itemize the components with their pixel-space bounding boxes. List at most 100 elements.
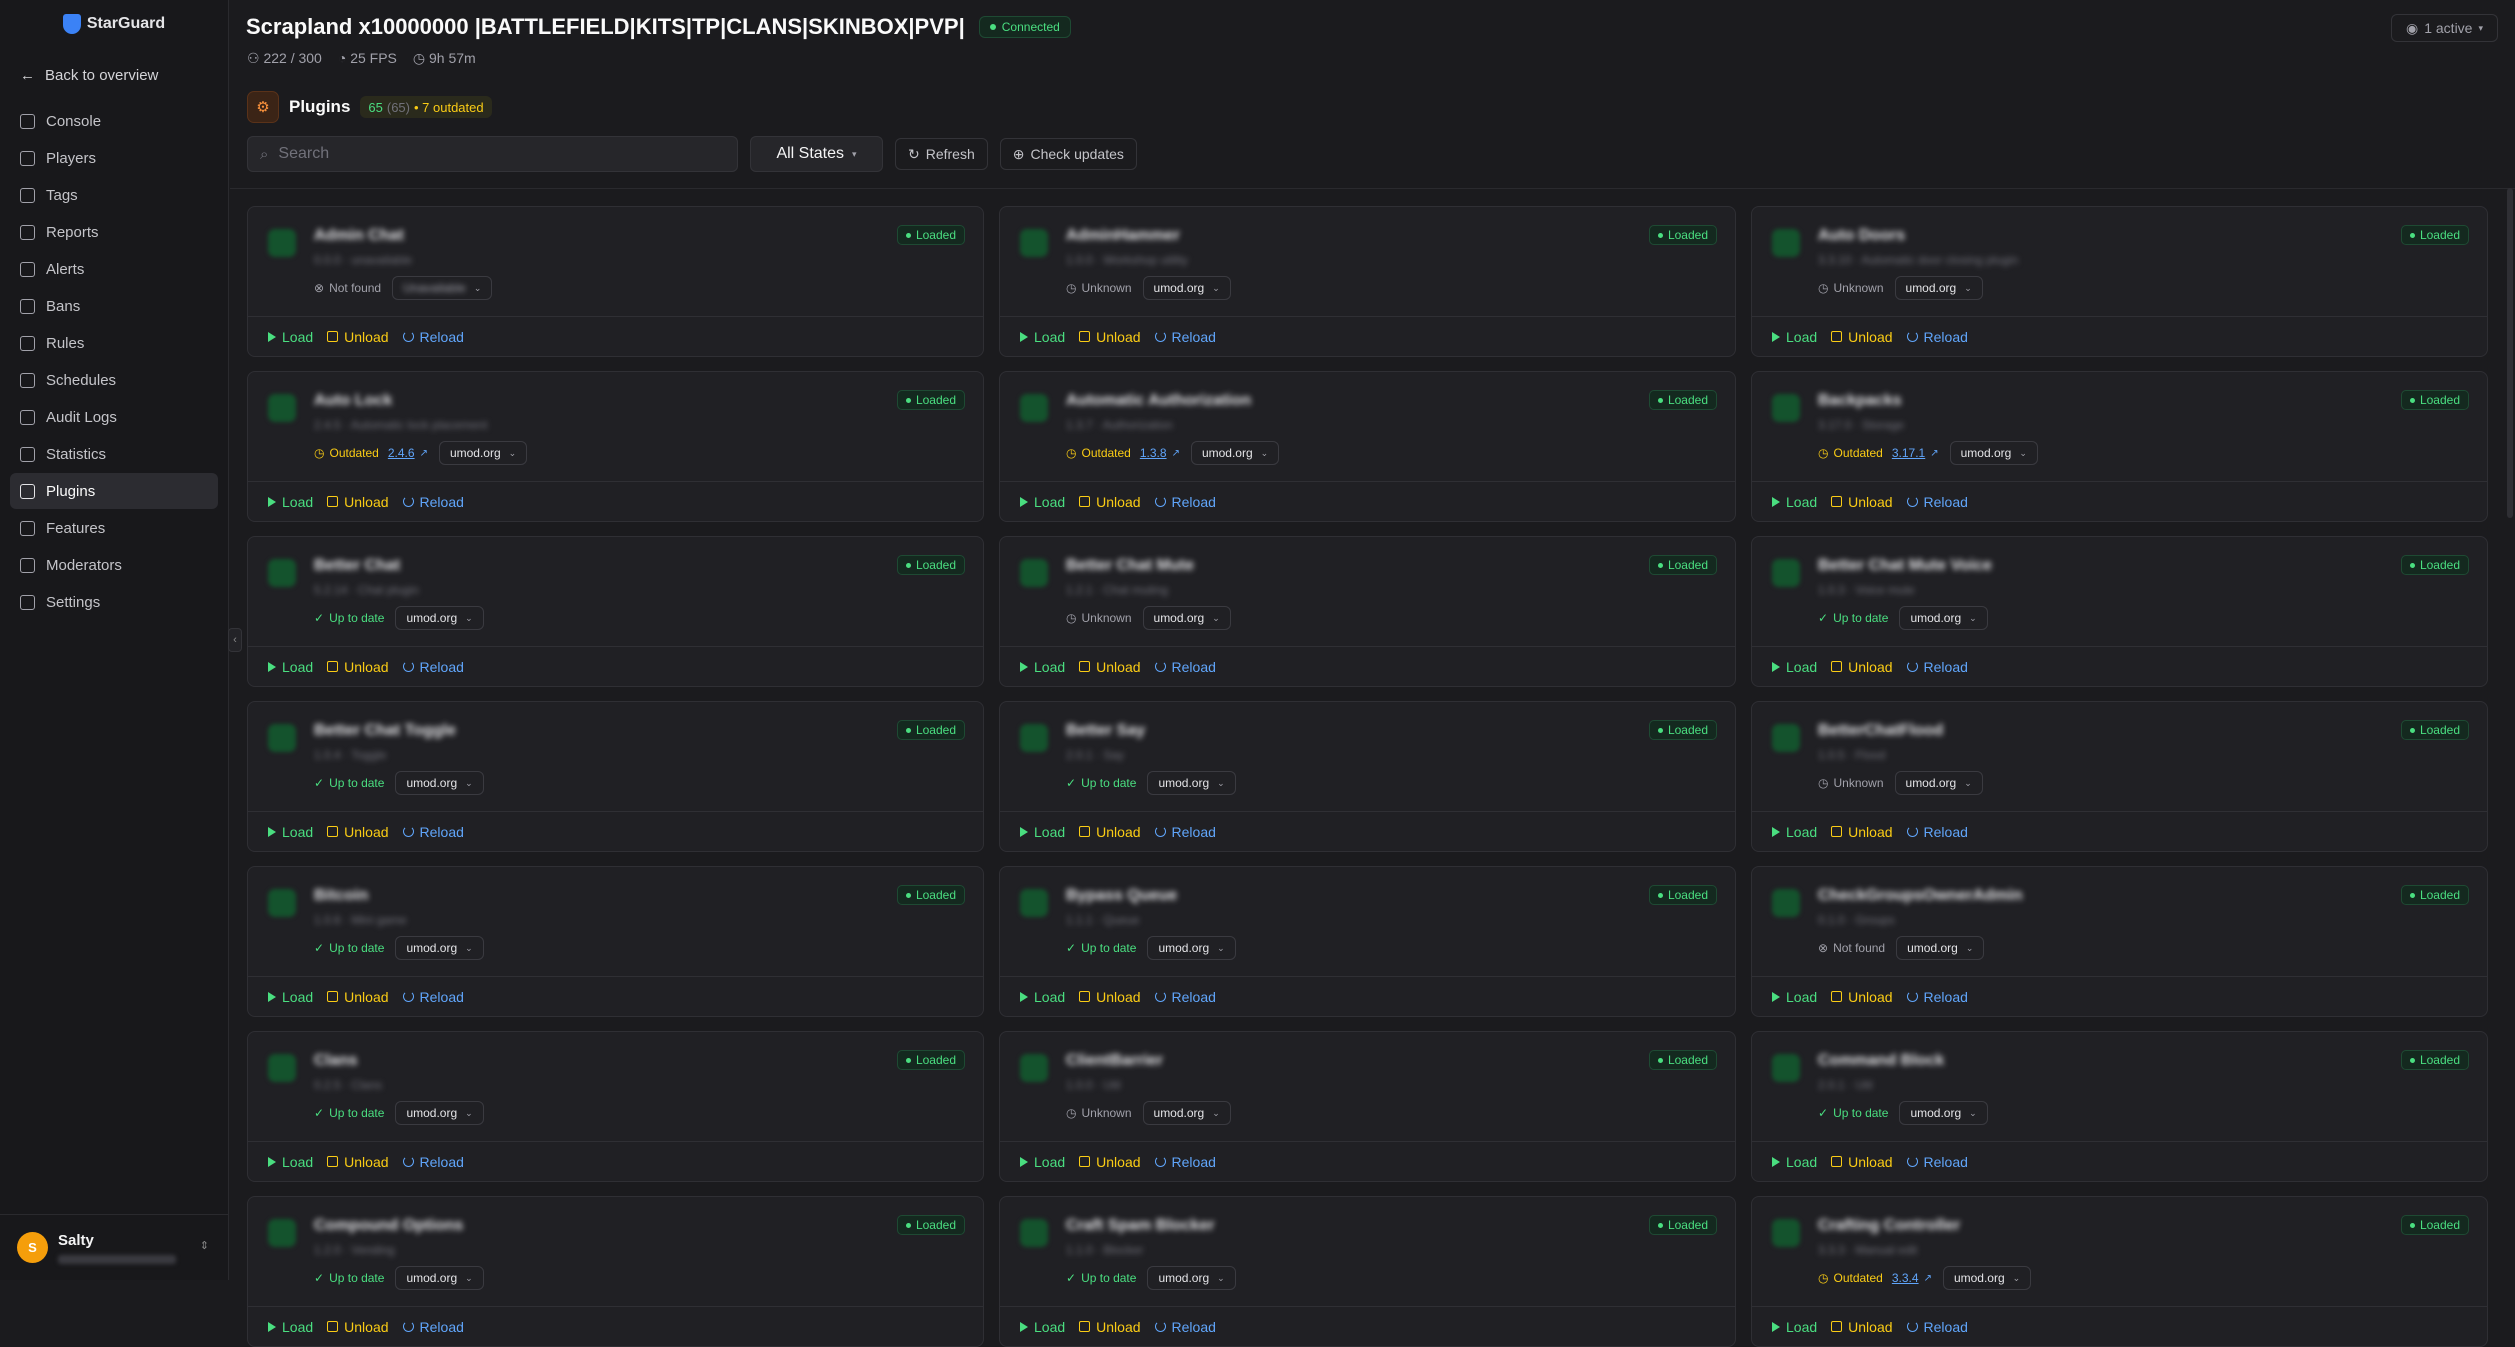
unload-button[interactable]: Unload bbox=[1831, 824, 1893, 840]
sidebar-item-tags[interactable]: Tags bbox=[10, 177, 218, 213]
reload-button[interactable]: Reload bbox=[1154, 329, 1216, 345]
load-button[interactable]: Load bbox=[1772, 824, 1817, 840]
sidebar-item-statistics[interactable]: Statistics bbox=[10, 436, 218, 472]
reload-button[interactable]: Reload bbox=[1154, 1319, 1216, 1335]
unload-button[interactable]: Unload bbox=[1831, 1154, 1893, 1170]
latest-version-link[interactable]: 3.3.4 bbox=[1892, 1271, 1919, 1285]
load-button[interactable]: Load bbox=[268, 659, 313, 675]
load-button[interactable]: Load bbox=[1772, 329, 1817, 345]
refresh-button[interactable]: ↻ Refresh bbox=[895, 138, 988, 170]
sidebar-item-features[interactable]: Features bbox=[10, 510, 218, 546]
reload-button[interactable]: Reload bbox=[1154, 659, 1216, 675]
check-updates-button[interactable]: ⊕ Check updates bbox=[999, 138, 1137, 170]
load-button[interactable]: Load bbox=[1020, 1154, 1065, 1170]
unload-button[interactable]: Unload bbox=[327, 1319, 389, 1335]
source-select[interactable]: umod.org ⌄ bbox=[395, 771, 484, 795]
reload-button[interactable]: Reload bbox=[1154, 494, 1216, 510]
unload-button[interactable]: Unload bbox=[1079, 824, 1141, 840]
source-select[interactable]: umod.org ⌄ bbox=[395, 1266, 484, 1290]
unload-button[interactable]: Unload bbox=[1831, 329, 1893, 345]
unload-button[interactable]: Unload bbox=[1831, 989, 1893, 1005]
reload-button[interactable]: Reload bbox=[402, 659, 464, 675]
load-button[interactable]: Load bbox=[268, 494, 313, 510]
reload-button[interactable]: Reload bbox=[1906, 824, 1968, 840]
reload-button[interactable]: Reload bbox=[1906, 989, 1968, 1005]
load-button[interactable]: Load bbox=[268, 824, 313, 840]
source-select[interactable]: umod.org ⌄ bbox=[395, 1101, 484, 1125]
source-select[interactable]: umod.org ⌄ bbox=[1147, 771, 1236, 795]
unload-button[interactable]: Unload bbox=[1079, 494, 1141, 510]
reload-button[interactable]: Reload bbox=[1154, 824, 1216, 840]
load-button[interactable]: Load bbox=[268, 989, 313, 1005]
source-select[interactable]: umod.org ⌄ bbox=[1942, 1266, 2032, 1290]
sidebar-item-settings[interactable]: Settings bbox=[10, 584, 218, 620]
load-button[interactable]: Load bbox=[268, 329, 313, 345]
unload-button[interactable]: Unload bbox=[327, 494, 389, 510]
load-button[interactable]: Load bbox=[1772, 1154, 1817, 1170]
app-logo[interactable]: StarGuard bbox=[0, 0, 228, 48]
reload-button[interactable]: Reload bbox=[402, 329, 464, 345]
source-select[interactable]: umod.org ⌄ bbox=[1894, 276, 1983, 300]
sidebar-item-schedules[interactable]: Schedules bbox=[10, 362, 218, 398]
load-button[interactable]: Load bbox=[268, 1319, 313, 1335]
reload-button[interactable]: Reload bbox=[402, 824, 464, 840]
unload-button[interactable]: Unload bbox=[327, 329, 389, 345]
reload-button[interactable]: Reload bbox=[1154, 989, 1216, 1005]
source-select[interactable]: umod.org ⌄ bbox=[1147, 1266, 1236, 1290]
sidebar-item-moderators[interactable]: Moderators bbox=[10, 547, 218, 583]
source-select[interactable]: umod.org ⌄ bbox=[1142, 1101, 1231, 1125]
reload-button[interactable]: Reload bbox=[402, 494, 464, 510]
reload-button[interactable]: Reload bbox=[1906, 1154, 1968, 1170]
source-select[interactable]: umod.org ⌄ bbox=[395, 606, 484, 630]
reload-button[interactable]: Reload bbox=[1906, 659, 1968, 675]
active-viewers-dropdown[interactable]: ◉ 1 active ▾ bbox=[2391, 14, 2498, 42]
load-button[interactable]: Load bbox=[1020, 824, 1065, 840]
latest-version-link[interactable]: 3.17.1 bbox=[1892, 446, 1925, 460]
unload-button[interactable]: Unload bbox=[327, 1154, 389, 1170]
unload-button[interactable]: Unload bbox=[327, 989, 389, 1005]
unload-button[interactable]: Unload bbox=[327, 824, 389, 840]
load-button[interactable]: Load bbox=[1772, 659, 1817, 675]
back-to-overview-link[interactable]: ← Back to overview bbox=[0, 59, 228, 91]
sidebar-item-rules[interactable]: Rules bbox=[10, 325, 218, 361]
load-button[interactable]: Load bbox=[1772, 1319, 1817, 1335]
unload-button[interactable]: Unload bbox=[1079, 989, 1141, 1005]
unload-button[interactable]: Unload bbox=[1831, 494, 1893, 510]
reload-button[interactable]: Reload bbox=[402, 989, 464, 1005]
load-button[interactable]: Load bbox=[1020, 494, 1065, 510]
latest-version-link[interactable]: 2.4.6 bbox=[388, 446, 415, 460]
latest-version-link[interactable]: 1.3.8 bbox=[1140, 446, 1167, 460]
sidebar-item-alerts[interactable]: Alerts bbox=[10, 251, 218, 287]
user-menu[interactable]: S Salty ⇕ bbox=[0, 1214, 229, 1280]
sidebar-item-players[interactable]: Players bbox=[10, 140, 218, 176]
scrollbar[interactable] bbox=[2505, 188, 2515, 1280]
unload-button[interactable]: Unload bbox=[1079, 1154, 1141, 1170]
source-select[interactable]: umod.org ⌄ bbox=[438, 441, 528, 465]
reload-button[interactable]: Reload bbox=[1906, 329, 1968, 345]
load-button[interactable]: Load bbox=[1020, 659, 1065, 675]
source-select[interactable]: umod.org ⌄ bbox=[1142, 606, 1231, 630]
state-filter-select[interactable]: All States ▾ bbox=[750, 136, 883, 172]
source-select[interactable]: umod.org ⌄ bbox=[1190, 441, 1280, 465]
load-button[interactable]: Load bbox=[1020, 329, 1065, 345]
source-select[interactable]: umod.org ⌄ bbox=[1147, 936, 1236, 960]
load-button[interactable]: Load bbox=[1020, 989, 1065, 1005]
source-select[interactable]: Unavailable ⌄ bbox=[392, 276, 493, 300]
source-select[interactable]: umod.org ⌄ bbox=[1896, 936, 1985, 960]
scroll-thumb[interactable] bbox=[2507, 188, 2513, 518]
unload-button[interactable]: Unload bbox=[1831, 659, 1893, 675]
source-select[interactable]: umod.org ⌄ bbox=[395, 936, 484, 960]
sidebar-item-console[interactable]: Console bbox=[10, 103, 218, 139]
source-select[interactable]: umod.org ⌄ bbox=[1142, 276, 1231, 300]
unload-button[interactable]: Unload bbox=[1079, 329, 1141, 345]
reload-button[interactable]: Reload bbox=[402, 1319, 464, 1335]
load-button[interactable]: Load bbox=[1020, 1319, 1065, 1335]
source-select[interactable]: umod.org ⌄ bbox=[1899, 606, 1988, 630]
unload-button[interactable]: Unload bbox=[1079, 1319, 1141, 1335]
search-input[interactable] bbox=[278, 145, 719, 163]
unload-button[interactable]: Unload bbox=[1831, 1319, 1893, 1335]
reload-button[interactable]: Reload bbox=[1906, 1319, 1968, 1335]
source-select[interactable]: umod.org ⌄ bbox=[1899, 1101, 1988, 1125]
load-button[interactable]: Load bbox=[1772, 494, 1817, 510]
source-select[interactable]: umod.org ⌄ bbox=[1894, 771, 1983, 795]
